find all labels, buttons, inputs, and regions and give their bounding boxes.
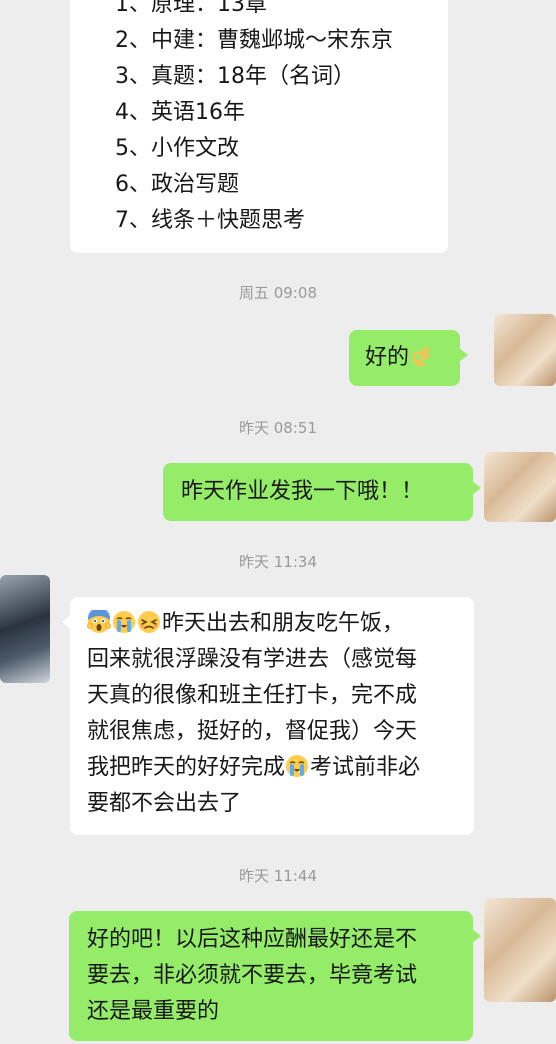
message-bubble-long[interactable]: 昨天出去和朋友吃午饭， 回来就很浮躁没有学进去（感觉每 天真的很像和班主任打卡，… — [62, 597, 474, 835]
message-line: 回来就很浮躁没有学进去（感觉每 — [87, 647, 418, 672]
message-text: 好的 — [365, 345, 410, 370]
message-bubble-homework[interactable]: 昨天作业发我一下哦！！ — [163, 463, 481, 521]
message-line: 要都不会出去了 — [87, 791, 242, 816]
message-text: 我把昨天的好好完成 — [87, 755, 286, 780]
loudly-crying-face-emoji — [113, 611, 135, 633]
avatar-self[interactable] — [494, 314, 556, 386]
timestamp: 周五 09:08 — [239, 284, 317, 302]
ok-hand-emoji — [412, 345, 431, 367]
message-line: 天真的很像和班主任打卡，完不成 — [87, 683, 418, 708]
loudly-crying-face-emoji — [286, 755, 309, 777]
message-line: 昨天出去和朋友吃午饭， — [87, 606, 474, 642]
timestamp: 昨天 11:34 — [239, 553, 317, 571]
message-bubble-reply[interactable]: 好的吧！以后这种应酬最好还是不 要去，非必须就不要去，毕竟考试 还是最重要的 — [69, 911, 481, 1041]
avatar-other[interactable] — [0, 575, 50, 683]
timestamp: 昨天 11:44 — [239, 867, 317, 885]
persevering-face-emoji — [138, 611, 160, 633]
list-item-1: 1、原理：13章 — [115, 0, 267, 17]
avatar-self[interactable] — [484, 452, 556, 522]
message-bubble-ok[interactable]: 好的 — [349, 330, 468, 386]
message-line: 我把昨天的好好完成 考试前非必 — [87, 750, 474, 786]
message-line: 要去，非必须就不要去，毕竟考试 — [87, 963, 418, 988]
message-line: 就很焦虑，挺好的，督促我）今天 — [87, 719, 418, 744]
message-bubble-task-list[interactable]: 1、原理：13章 2、中建：曹魏邺城～宋东京 3、真题：18年（名词） 4、英语… — [70, 0, 448, 253]
list-item-3: 3、真题：18年（名词） — [115, 64, 355, 89]
message-line: 好的吧！以后这种应酬最好还是不 — [87, 927, 418, 952]
list-item-6: 6、政治写题 — [115, 172, 239, 197]
avatar-self[interactable] — [484, 898, 556, 1002]
list-item-5: 5、小作文改 — [115, 136, 239, 161]
list-item-4: 4、英语16年 — [115, 100, 245, 125]
screaming-face-emoji — [87, 610, 111, 633]
timestamp: 昨天 08:51 — [239, 419, 317, 437]
list-item-2: 2、中建：曹魏邺城～宋东京 — [115, 28, 393, 53]
list-item-7: 7、线条＋快题思考 — [115, 208, 305, 233]
message-text: 昨天出去和朋友吃午饭， — [162, 611, 405, 636]
message-text: 昨天作业发我一下哦！！ — [181, 479, 424, 504]
message-line: 还是最重要的 — [87, 999, 220, 1024]
message-text: 考试前非必 — [310, 755, 421, 780]
